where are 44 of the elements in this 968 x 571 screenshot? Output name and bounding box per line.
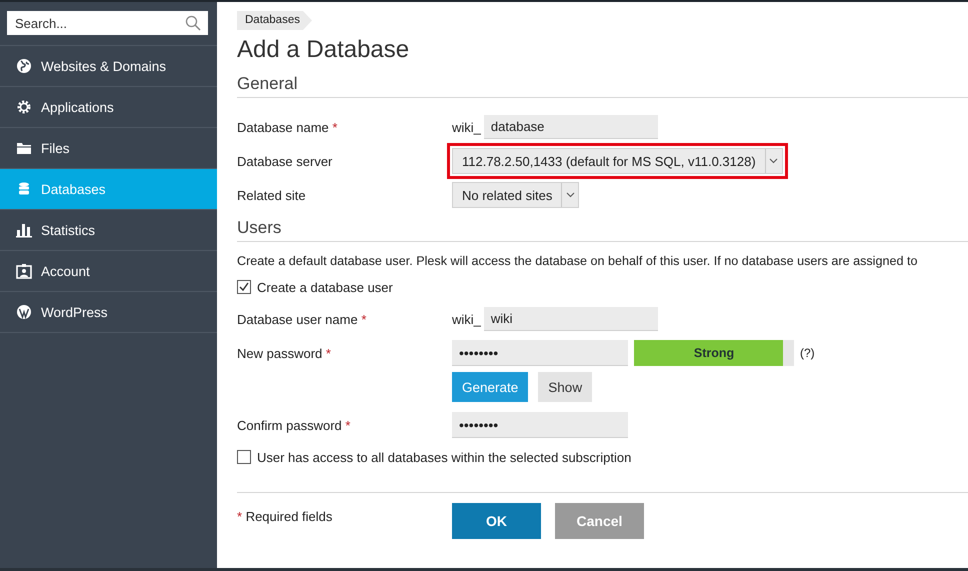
show-button[interactable]: Show xyxy=(538,372,592,402)
globe-icon xyxy=(16,58,32,74)
sidebar-item[interactable]: Websites & Domains xyxy=(0,45,217,86)
section-description: Create a default database user. Plesk will access the database on behalf of this user. If no database users are assigned to xyxy=(237,254,918,268)
password-field[interactable]: •••••••• xyxy=(452,412,628,438)
bar-chart-icon xyxy=(16,222,32,238)
database-icon xyxy=(16,181,32,197)
name-prefix: wiki_ xyxy=(452,312,481,326)
circle-w-icon xyxy=(16,304,32,320)
ok-button[interactable]: OK xyxy=(452,503,541,539)
folder-icon xyxy=(16,140,32,156)
required-note: * Required fields xyxy=(237,508,334,526)
search-field[interactable]: Search... xyxy=(7,11,208,35)
section-heading: General xyxy=(237,74,968,98)
name-prefix: wiki_ xyxy=(452,120,481,134)
text-field[interactable]: wiki xyxy=(484,307,658,331)
password-field[interactable]: •••••••• xyxy=(452,340,628,366)
checkbox[interactable] xyxy=(237,450,251,464)
text-field[interactable]: database xyxy=(484,115,658,139)
checkbox[interactable] xyxy=(237,280,251,294)
checkbox-label: Create a database user xyxy=(257,280,393,294)
field-label: New password * xyxy=(237,346,332,360)
strength-label: Strong xyxy=(692,345,736,362)
field-label: Confirm password * xyxy=(237,418,352,432)
section-heading: Users xyxy=(237,218,968,242)
help-link[interactable]: (?) xyxy=(800,346,815,360)
select-dropdown[interactable]: 112.78.2.50,1433 (default for MS SQL, v11.0.3128) xyxy=(452,148,783,174)
field-label: Database server xyxy=(237,154,334,168)
checkbox-label: User has access to all databases within the selected subscription xyxy=(257,450,632,464)
field-label: Database name * xyxy=(237,120,338,134)
caret-icon xyxy=(769,158,778,164)
badge-icon xyxy=(16,263,32,279)
sidebar-item[interactable]: Account xyxy=(0,250,217,291)
page-title: Add a Database xyxy=(237,36,410,64)
breadcrumb[interactable]: Databases xyxy=(237,11,312,30)
sidebar-item[interactable]: WordPress xyxy=(0,291,217,333)
caret-icon xyxy=(566,192,575,198)
gear-icon xyxy=(16,99,32,115)
select-dropdown[interactable]: No related sites xyxy=(452,182,580,208)
field-label: Database user name * xyxy=(237,312,368,326)
search-icon xyxy=(185,15,201,31)
sidebar-item[interactable]: Statistics xyxy=(0,209,217,250)
field-label: Related site xyxy=(237,188,307,202)
sidebar-item[interactable]: Applications xyxy=(0,86,217,127)
